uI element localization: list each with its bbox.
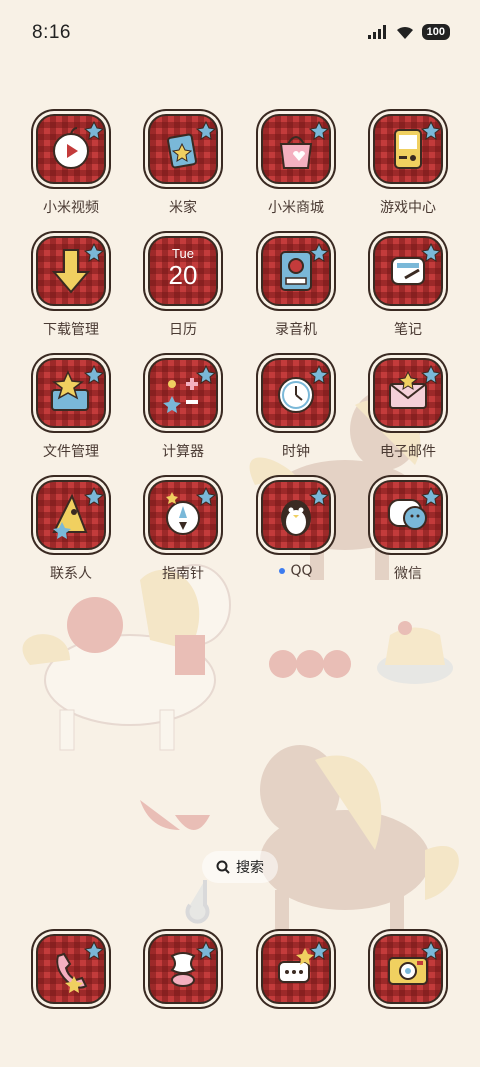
notification-dot xyxy=(279,568,286,574)
app-calendar[interactable]: Tue 20 日历 xyxy=(127,236,239,346)
app-clock[interactable]: 时钟 xyxy=(240,358,352,468)
app-label: QQ xyxy=(279,563,313,579)
app-mail[interactable]: 电子邮件 xyxy=(352,358,464,468)
wifi-icon xyxy=(396,26,413,39)
app-label: 米家 xyxy=(169,200,197,216)
app-wechat[interactable]: 微信 xyxy=(352,480,464,590)
app-calculator[interactable]: 计算器 xyxy=(127,358,239,468)
app-label: 电子邮件 xyxy=(380,444,436,460)
app-downloads[interactable]: 下载管理 xyxy=(15,236,127,346)
compass-icon xyxy=(148,480,218,550)
camera-icon xyxy=(373,934,443,1004)
phone-icon xyxy=(36,934,106,1004)
message-bubble-icon xyxy=(261,934,331,1004)
app-label-text: QQ xyxy=(290,563,313,579)
app-game-center[interactable]: 游戏中心 xyxy=(352,114,464,224)
signal-icon xyxy=(367,25,386,39)
chat-bubble-icon xyxy=(373,480,443,550)
app-label: 小米商城 xyxy=(268,200,324,216)
notepad-icon xyxy=(373,236,443,306)
apple-slices-illustration xyxy=(140,800,210,830)
app-recorder[interactable]: 录音机 xyxy=(240,236,352,346)
app-qq[interactable]: QQ xyxy=(240,480,352,590)
app-label: 笔记 xyxy=(394,322,422,338)
app-mi-video[interactable]: 小米视频 xyxy=(15,114,127,224)
download-arrow-icon xyxy=(36,236,106,306)
status-time: 8:16 xyxy=(32,22,71,43)
search-button[interactable]: 搜索 xyxy=(202,851,278,883)
folder-star-icon xyxy=(36,358,106,428)
gameboy-icon xyxy=(373,114,443,184)
dock-phone[interactable] xyxy=(15,934,127,1044)
search-icon xyxy=(216,860,230,874)
app-compass[interactable]: 指南针 xyxy=(127,480,239,590)
apple-core-icon xyxy=(148,934,218,1004)
pony-illustration xyxy=(22,564,231,751)
recorder-icon xyxy=(261,236,331,306)
app-label: 录音机 xyxy=(275,322,317,338)
app-contacts[interactable]: 联系人 xyxy=(15,480,127,590)
calculator-icon xyxy=(148,358,218,428)
pony-illustration xyxy=(260,745,459,935)
apple-illustration xyxy=(67,597,123,653)
dock-messages[interactable] xyxy=(240,934,352,1044)
app-label: 指南针 xyxy=(162,566,204,582)
app-label: 文件管理 xyxy=(43,444,99,460)
calendar-icon: Tue 20 xyxy=(148,236,218,306)
cup-star-icon xyxy=(148,114,218,184)
app-label: 下载管理 xyxy=(43,322,99,338)
app-label: 联系人 xyxy=(50,566,92,582)
candy-illustration xyxy=(269,650,351,678)
clock-icon xyxy=(261,358,331,428)
pudding-illustration xyxy=(377,621,453,684)
apple-video-icon xyxy=(36,114,106,184)
note-illustration xyxy=(185,880,210,924)
calendar-date: 20 xyxy=(168,260,198,290)
search-label: 搜索 xyxy=(236,860,264,876)
app-label: 时钟 xyxy=(282,444,310,460)
app-mi-home[interactable]: 米家 xyxy=(127,114,239,224)
app-label: 小米视频 xyxy=(43,200,99,216)
app-label: 微信 xyxy=(394,566,422,582)
penguin-icon xyxy=(261,480,331,550)
calendar-day: Tue xyxy=(172,246,194,261)
status-bar: 8:16 100 xyxy=(0,0,480,68)
app-label: 日历 xyxy=(169,322,197,338)
dock-gallery[interactable] xyxy=(127,934,239,1044)
envelope-icon xyxy=(373,358,443,428)
shopping-bag-icon xyxy=(261,114,331,184)
dock-camera[interactable] xyxy=(352,934,464,1044)
battery-indicator: 100 xyxy=(421,24,450,40)
app-notes[interactable]: 笔记 xyxy=(352,236,464,346)
app-mi-store[interactable]: 小米商城 xyxy=(240,114,352,224)
app-label: 计算器 xyxy=(162,444,204,460)
contacts-icon xyxy=(36,480,106,550)
app-label: 游戏中心 xyxy=(380,200,436,216)
app-files[interactable]: 文件管理 xyxy=(15,358,127,468)
